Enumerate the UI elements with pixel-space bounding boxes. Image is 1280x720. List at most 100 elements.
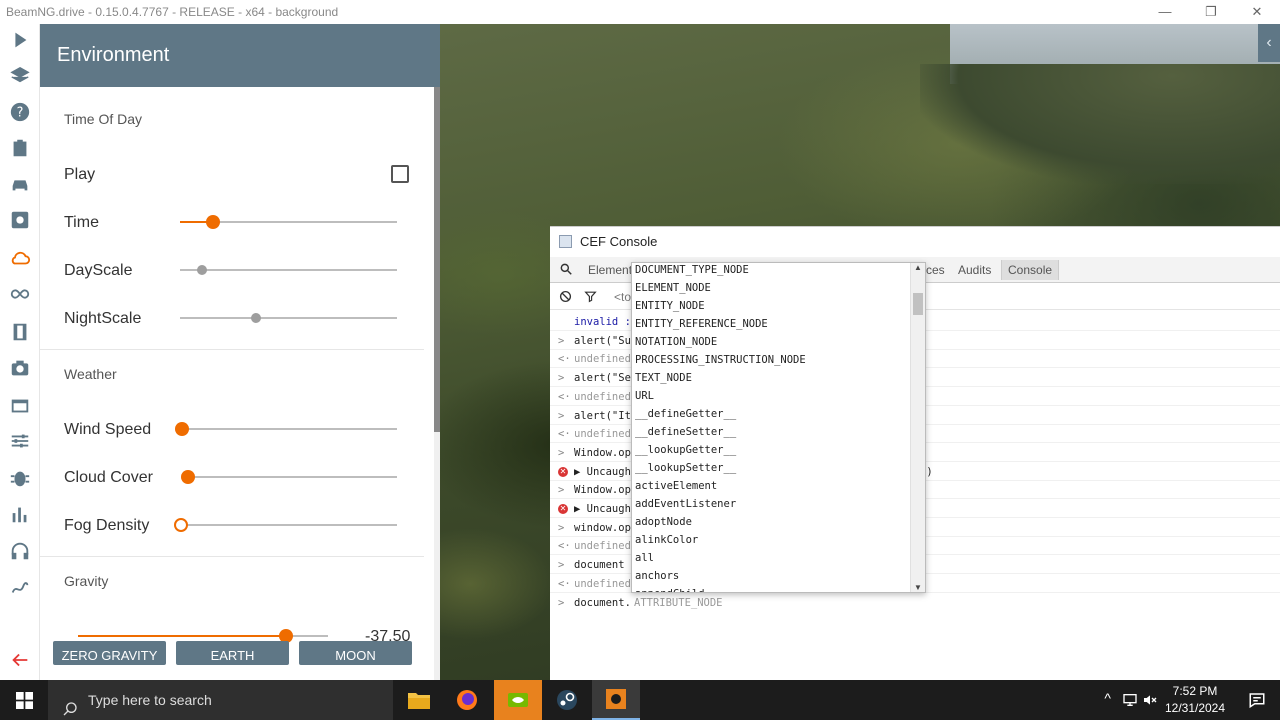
zero-gravity-button[interactable]: ZERO GRAVITY xyxy=(53,641,166,665)
network-icon[interactable] xyxy=(1122,692,1138,711)
autocomplete-item[interactable]: DOCUMENT_TYPE_NODE xyxy=(635,263,749,279)
tab-audits[interactable]: Audits xyxy=(958,263,991,277)
autocomplete-item[interactable]: appendChild xyxy=(635,585,705,592)
slider-thumb[interactable] xyxy=(250,313,261,323)
firefox-icon[interactable] xyxy=(443,680,491,720)
layers-icon[interactable] xyxy=(8,64,32,88)
tab-resources[interactable]: ces xyxy=(926,263,945,277)
route-icon[interactable] xyxy=(8,575,32,599)
cef-titlebar: CEF Console xyxy=(550,227,1280,257)
scroll-down-icon[interactable]: ▼ xyxy=(914,583,922,592)
autocomplete-item[interactable]: all xyxy=(635,549,654,567)
play-checkbox[interactable] xyxy=(391,165,409,183)
autocomplete-item[interactable]: PROCESSING_INSTRUCTION_NODE xyxy=(635,351,806,369)
beamng-icon[interactable] xyxy=(592,680,640,720)
file-explorer-icon[interactable] xyxy=(395,680,443,720)
back-arrow-icon[interactable] xyxy=(8,648,32,672)
result-arrow-icon: <· xyxy=(558,428,571,441)
autocomplete-item[interactable]: NOTATION_NODE xyxy=(635,333,717,351)
moon-gravity-button[interactable]: MOON xyxy=(299,641,412,665)
result-arrow-icon: <· xyxy=(558,540,571,553)
result-arrow-icon: <· xyxy=(558,390,571,403)
slider-thumb[interactable] xyxy=(205,215,220,229)
autocomplete-item[interactable]: __lookupSetter__ xyxy=(635,459,736,477)
autocomplete-item[interactable]: anchors xyxy=(635,567,679,585)
slider-track[interactable] xyxy=(182,476,397,478)
slider-track[interactable] xyxy=(181,524,397,526)
slider-thumb[interactable] xyxy=(181,470,196,484)
cloud-icon[interactable] xyxy=(8,246,32,270)
play-icon[interactable] xyxy=(8,28,32,52)
clock[interactable]: 7:52 PM 12/31/2024 xyxy=(1160,683,1230,717)
tab-console[interactable]: Console xyxy=(1001,260,1060,280)
slider-thumb[interactable] xyxy=(174,518,188,532)
autocomplete-item[interactable]: addEventListener xyxy=(635,495,736,513)
console-line[interactable]: > document. ATTRIBUTE_NODE xyxy=(550,594,1280,612)
headphones-icon[interactable] xyxy=(8,539,32,563)
windows-start-icon[interactable] xyxy=(0,680,48,720)
cef-title: CEF Console xyxy=(580,234,658,249)
close-icon[interactable]: ✕ xyxy=(1234,0,1280,24)
frame-selector[interactable]: <to xyxy=(614,290,631,304)
panel-title: Environment xyxy=(40,24,440,87)
tab-elements[interactable]: Element xyxy=(588,263,632,277)
minimize-icon[interactable]: — xyxy=(1142,0,1188,24)
console-text: alert("Su xyxy=(574,334,631,347)
fog-density-label: Fog Density xyxy=(64,517,150,534)
taskbar-search[interactable]: Type here to search xyxy=(48,680,393,720)
autocomplete-item[interactable]: __lookupGetter__ xyxy=(635,441,736,459)
collapse-chevron-icon[interactable]: ‹ xyxy=(1258,24,1280,62)
slider-thumb[interactable] xyxy=(175,422,189,436)
console-text: undefined xyxy=(574,428,631,441)
console-text: ▶ Uncaugh xyxy=(574,503,631,515)
infinity-icon[interactable] xyxy=(8,282,32,306)
panel-scrollbar[interactable] xyxy=(434,87,440,680)
clipboard-icon[interactable] xyxy=(8,136,32,160)
autocomplete-item[interactable]: ENTITY_NODE xyxy=(635,297,705,315)
bug-icon[interactable] xyxy=(8,466,32,490)
autocomplete-dropdown[interactable]: DOCUMENT_TYPE_NODE ELEMENT_NODE ENTITY_NOD… xyxy=(631,262,926,593)
scroll-up-icon[interactable]: ▲ xyxy=(914,263,922,272)
slider-track[interactable] xyxy=(180,269,397,271)
search-placeholder: Type here to search xyxy=(88,692,212,708)
autocomplete-item[interactable]: ENTITY_REFERENCE_NODE xyxy=(635,315,768,333)
autocomplete-item[interactable]: TEXT_NODE xyxy=(635,369,692,387)
show-hidden-icons[interactable]: ^ xyxy=(1104,690,1111,706)
input-prompt-icon: > xyxy=(558,521,565,534)
console-text: ▶ Uncaugh xyxy=(574,465,631,478)
search-icon[interactable] xyxy=(559,262,573,279)
autocomplete-scrollbar[interactable]: ▲ ▼ xyxy=(910,263,925,592)
camera-icon[interactable] xyxy=(8,356,32,380)
tune-icon[interactable] xyxy=(8,429,32,453)
car-icon[interactable] xyxy=(8,172,32,196)
volume-muted-icon[interactable] xyxy=(1142,692,1158,711)
slider-track[interactable] xyxy=(182,428,397,430)
restore-icon[interactable]: ❐ xyxy=(1188,0,1234,24)
browser-icon[interactable] xyxy=(8,394,32,418)
autocomplete-item[interactable]: URL xyxy=(635,387,654,405)
svg-text:?: ? xyxy=(17,106,24,121)
autocomplete-item[interactable]: __defineSetter__ xyxy=(635,423,736,441)
scroll-thumb[interactable] xyxy=(913,293,923,315)
autocomplete-item[interactable]: alinkColor xyxy=(635,531,698,549)
console-text: document. xyxy=(574,596,631,609)
autocomplete-item[interactable]: activeElement xyxy=(635,477,717,495)
film-icon[interactable] xyxy=(8,320,32,344)
slider-track[interactable] xyxy=(180,317,397,319)
filter-icon[interactable] xyxy=(584,290,597,306)
console-text: document xyxy=(574,559,625,572)
clear-console-icon[interactable] xyxy=(559,290,572,306)
settings-box-icon[interactable] xyxy=(8,208,32,232)
steam-icon[interactable] xyxy=(543,680,591,720)
notifications-icon[interactable] xyxy=(1248,691,1266,712)
nvidia-icon[interactable] xyxy=(494,680,542,720)
bar-chart-icon[interactable] xyxy=(8,502,32,526)
app-icon xyxy=(559,235,572,248)
help-icon[interactable]: ? xyxy=(8,100,32,124)
autocomplete-item[interactable]: ELEMENT_NODE xyxy=(635,279,711,297)
input-prompt-icon: > xyxy=(558,484,565,497)
autocomplete-item[interactable]: __defineGetter__ xyxy=(635,405,736,423)
earth-gravity-button[interactable]: EARTH xyxy=(176,641,289,665)
slider-thumb[interactable] xyxy=(196,265,207,275)
autocomplete-item[interactable]: adoptNode xyxy=(635,513,692,531)
